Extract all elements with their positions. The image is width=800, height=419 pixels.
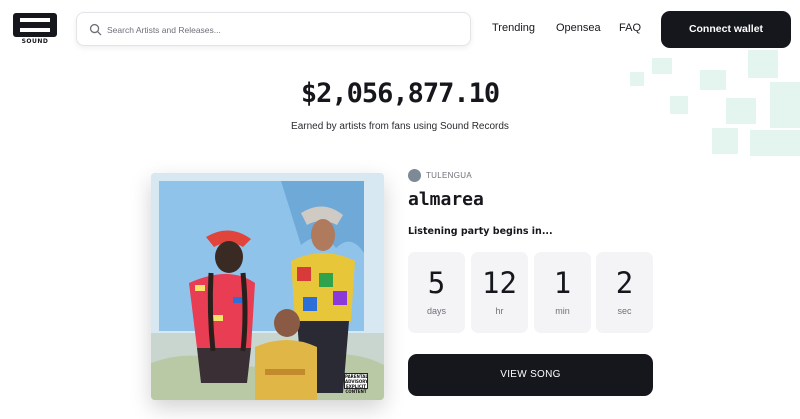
logo-mark-icon bbox=[13, 13, 57, 37]
countdown-hours-value: 12 bbox=[482, 266, 517, 300]
countdown-timer: 5 days 12 hr 1 min 2 sec bbox=[408, 252, 654, 333]
countdown-days: 5 days bbox=[408, 252, 465, 333]
countdown-days-unit: days bbox=[426, 306, 446, 316]
countdown-days-value: 5 bbox=[427, 266, 446, 300]
countdown-hours-unit: hr bbox=[495, 306, 504, 316]
countdown-seconds-value: 2 bbox=[615, 266, 634, 300]
nav-link-trending[interactable]: Trending bbox=[492, 22, 535, 34]
sound-logo[interactable]: SOUND bbox=[13, 13, 57, 45]
nav-link-opensea[interactable]: Opensea bbox=[556, 22, 601, 34]
parental-advisory-label: PARENTAL ADVISORY EXPLICIT CONTENT bbox=[344, 373, 369, 394]
connect-wallet-button[interactable]: Connect wallet bbox=[661, 11, 791, 48]
artist-name: TULENGUA bbox=[426, 171, 472, 180]
logo-wordmark: SOUND bbox=[21, 38, 49, 45]
countdown-seconds-unit: sec bbox=[617, 306, 632, 316]
nav-link-faq[interactable]: FAQ bbox=[619, 22, 641, 34]
countdown-hours: 12 hr bbox=[471, 252, 528, 333]
album-artwork-illustration bbox=[151, 173, 384, 400]
artist-avatar bbox=[408, 169, 421, 182]
total-earned-caption: Earned by artists from fans using Sound … bbox=[291, 121, 509, 132]
countdown-minutes-unit: min bbox=[555, 306, 570, 316]
listening-party-label: Listening party begins in... bbox=[408, 226, 553, 237]
search-icon bbox=[89, 23, 102, 36]
countdown-minutes: 1 min bbox=[534, 252, 591, 333]
view-song-button[interactable]: VIEW SONG bbox=[408, 354, 653, 396]
countdown-seconds: 2 sec bbox=[596, 252, 653, 333]
top-navigation-bar: SOUND Trending Opensea FAQ Connect walle… bbox=[0, 0, 800, 60]
song-title: almarea bbox=[408, 189, 484, 210]
search-bar[interactable] bbox=[76, 12, 471, 46]
countdown-minutes-value: 1 bbox=[553, 266, 572, 300]
album-artwork[interactable]: PARENTAL ADVISORY EXPLICIT CONTENT bbox=[151, 173, 384, 400]
total-earned-amount: $2,056,877.10 bbox=[300, 78, 500, 109]
search-input[interactable] bbox=[107, 20, 462, 40]
